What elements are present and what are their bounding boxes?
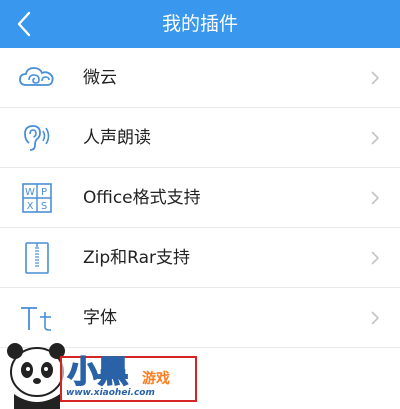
plugin-list: 微云 人声朗读 W P X S Office格式支持 Zip和Rar支持 字体: [0, 48, 400, 348]
plugin-label: Zip和Rar支持: [83, 248, 191, 268]
font-icon: [17, 300, 57, 336]
plugin-item-voice-reading[interactable]: 人声朗读: [0, 108, 400, 168]
svg-text:S: S: [41, 201, 47, 212]
chevron-right-icon: [371, 131, 380, 145]
zip-file-icon: [17, 240, 57, 276]
back-button[interactable]: [6, 6, 42, 42]
chevron-left-icon: [17, 11, 31, 37]
ear-icon: [17, 120, 57, 156]
chevron-right-icon: [371, 71, 380, 85]
watermark-url: www.xiaohei.com: [66, 388, 155, 398]
plugin-item-zip-rar[interactable]: Zip和Rar支持: [0, 228, 400, 288]
logo-lettering-icon: 小黑: [67, 354, 129, 390]
plugin-item-weiyun[interactable]: 微云: [0, 48, 400, 108]
plugin-label: 人声朗读: [83, 128, 151, 148]
watermark-subtext: 游戏: [142, 371, 170, 387]
svg-text:P: P: [41, 187, 47, 198]
top-bar: 我的插件: [0, 0, 400, 48]
svg-text:W: W: [25, 187, 35, 198]
page-title: 我的插件: [161, 13, 238, 35]
watermark-logo: 小黑 游戏 www.xiaohei.com: [0, 336, 200, 409]
cloud-icon: [17, 60, 57, 96]
chevron-right-icon: [371, 311, 380, 325]
plugin-label: Office格式支持: [83, 188, 201, 208]
plugin-label: 微云: [83, 68, 117, 88]
plugin-item-office-formats[interactable]: W P X S Office格式支持: [0, 168, 400, 228]
office-formats-icon: W P X S: [17, 180, 57, 216]
svg-text:X: X: [27, 201, 34, 212]
chevron-right-icon: [371, 191, 380, 205]
chevron-right-icon: [371, 251, 380, 265]
svg-text:小黑: 小黑: [68, 355, 128, 390]
